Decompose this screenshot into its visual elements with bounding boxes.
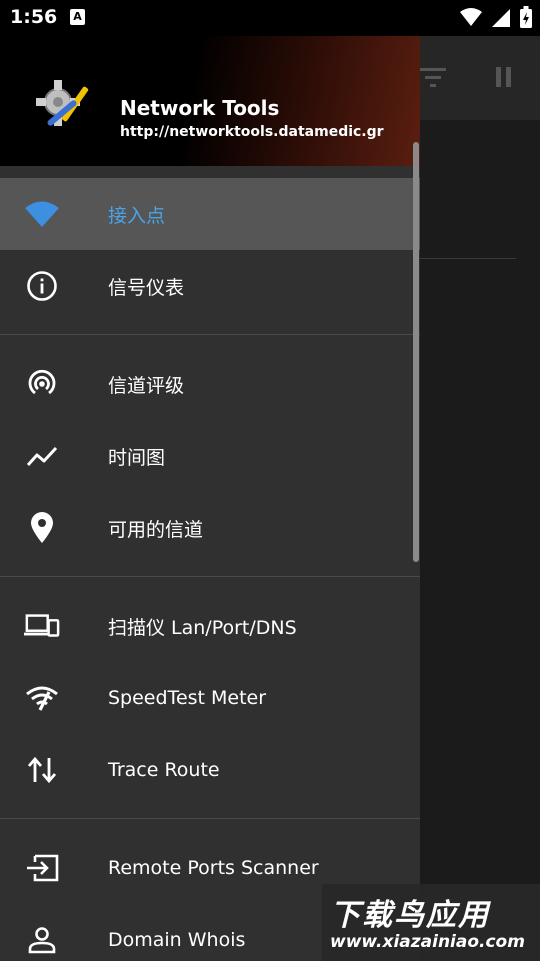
- route-arrows-icon: [24, 752, 60, 788]
- app-url: http://networktools.datamedic.gr: [120, 124, 384, 140]
- app-logo-icon: [36, 80, 89, 126]
- wifi-speed-icon: [24, 680, 60, 716]
- login-arrow-icon: [24, 850, 60, 886]
- menu-item-label: SpeedTest Meter: [108, 687, 267, 709]
- notification-icon: A: [70, 9, 85, 25]
- menu-item-scanner[interactable]: 扫描仪 Lan/Port/DNS: [0, 590, 420, 662]
- menu-item-trace-route[interactable]: Trace Route: [0, 734, 420, 806]
- menu-item-label: 扫描仪 Lan/Port/DNS: [108, 616, 297, 639]
- wifi-status-icon: [460, 8, 482, 26]
- wifi-icon: [24, 196, 60, 232]
- filter-icon[interactable]: [420, 66, 446, 88]
- pause-icon[interactable]: [494, 66, 514, 88]
- menu-item-label: 信道评级: [108, 374, 185, 397]
- watermark-url: www.xiazainiao.com: [330, 932, 525, 952]
- cell-signal-icon: [492, 9, 510, 27]
- person-icon: [24, 922, 60, 958]
- menu-item-available-channels[interactable]: 可用的信道: [0, 492, 420, 564]
- menu-divider: [0, 818, 420, 819]
- menu-item-time-graph[interactable]: 时间图: [0, 420, 420, 492]
- menu-item-label: Remote Ports Scanner: [108, 857, 319, 879]
- info-icon: [24, 268, 60, 304]
- battery-icon: [520, 6, 532, 28]
- watermark: 下载鸟应用 www.xiazainiao.com: [322, 884, 540, 961]
- menu-item-label: 时间图: [108, 446, 166, 469]
- content-divider: [420, 258, 516, 259]
- menu-item-label: Domain Whois: [108, 929, 246, 951]
- watermark-title: 下载鸟应用: [330, 898, 490, 933]
- menu-item-channel-rating[interactable]: 信道评级: [0, 348, 420, 420]
- menu-divider: [0, 334, 420, 335]
- status-icons: [460, 6, 532, 28]
- drawer-menu: 接入点 信号仪表 信道评级 时间图 可用的信道 扫描仪 Lan/Port/DNS…: [0, 178, 420, 961]
- menu-item-signal-meter[interactable]: 信号仪表: [0, 250, 420, 322]
- menu-divider: [0, 576, 420, 577]
- signal-rings-icon: [24, 366, 60, 402]
- navigation-drawer[interactable]: Network Tools http://networktools.datame…: [0, 36, 420, 961]
- menu-item-label: 信号仪表: [108, 276, 185, 299]
- menu-item-label: Trace Route: [108, 759, 220, 781]
- line-chart-icon: [24, 438, 60, 474]
- drawer-scrollbar[interactable]: [413, 142, 419, 562]
- menu-item-speedtest[interactable]: SpeedTest Meter: [0, 662, 420, 734]
- drawer-header: Network Tools http://networktools.datame…: [0, 36, 420, 166]
- menu-item-label: 接入点: [108, 204, 166, 227]
- location-pin-icon: [24, 510, 60, 546]
- menu-item-access-points[interactable]: 接入点: [0, 178, 420, 250]
- app-title: Network Tools: [120, 96, 280, 120]
- menu-item-label: 可用的信道: [108, 518, 204, 541]
- status-bar: 1:56 A: [0, 0, 540, 36]
- status-time: 1:56: [10, 6, 58, 28]
- devices-icon: [24, 608, 60, 644]
